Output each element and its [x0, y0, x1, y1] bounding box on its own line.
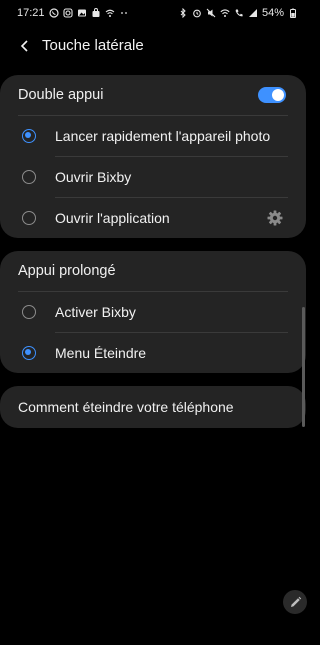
wifi-share-icon — [105, 8, 115, 18]
status-left: 17:21 — [17, 7, 129, 19]
page-title: Touche latérale — [42, 37, 144, 54]
status-bar: 17:21 54% — [0, 0, 306, 28]
option-label-quick-camera: Lancer rapidement l'appareil photo — [55, 128, 271, 144]
option-label-activate-bixby: Activer Bixby — [55, 304, 136, 320]
help-link-card[interactable]: Comment éteindre votre téléphone — [0, 386, 306, 428]
option-open-bixby[interactable]: Ouvrir Bixby — [0, 157, 306, 197]
gear-icon — [267, 210, 283, 226]
mute-icon — [206, 8, 216, 18]
radio-quick-camera[interactable] — [22, 129, 36, 143]
option-label-power-menu: Menu Éteindre — [55, 345, 147, 361]
store-icon — [91, 8, 101, 18]
double-press-label: Double appui — [18, 87, 104, 103]
double-press-toggle[interactable] — [258, 87, 286, 103]
battery-percent: 54% — [261, 7, 284, 19]
signal-icon — [248, 8, 258, 18]
option-activate-bixby[interactable]: Activer Bixby — [0, 292, 306, 332]
help-link-label: Comment éteindre votre téléphone — [18, 399, 234, 415]
radio-activate-bixby[interactable] — [22, 305, 36, 319]
option-quick-camera[interactable]: Lancer rapidement l'appareil photo — [0, 116, 306, 156]
more-dots-icon — [119, 8, 129, 18]
battery-icon — [288, 8, 298, 18]
instagram-icon — [62, 8, 73, 18]
radio-open-bixby[interactable] — [22, 170, 36, 184]
edit-button[interactable] — [283, 590, 307, 614]
radio-open-app[interactable] — [22, 211, 36, 225]
bluetooth-icon — [178, 8, 188, 18]
whatsapp-icon — [48, 8, 59, 18]
radio-power-menu[interactable] — [22, 346, 36, 360]
option-open-app[interactable]: Ouvrir l'application — [0, 198, 306, 238]
toggle-knob — [272, 89, 284, 101]
option-power-menu[interactable]: Menu Éteindre — [0, 333, 306, 373]
scrollbar[interactable] — [302, 307, 305, 427]
status-time: 17:21 — [17, 7, 45, 19]
call-icon — [234, 8, 244, 18]
back-button[interactable] — [14, 35, 36, 57]
gallery-icon — [77, 8, 87, 18]
pencil-icon — [290, 596, 301, 607]
long-press-label: Appui prolongé — [18, 263, 116, 279]
double-press-card: Double appui Lancer rapidement l'apparei… — [0, 75, 306, 238]
long-press-card: Appui prolongé Activer Bixby Menu Éteind… — [0, 251, 306, 373]
back-chevron-icon — [20, 40, 28, 52]
app-header: Touche latérale — [0, 30, 306, 62]
option-label-open-app: Ouvrir l'application — [55, 210, 170, 226]
alarm-icon — [192, 8, 202, 18]
status-right: 54% — [178, 7, 298, 19]
app-settings-button[interactable] — [266, 209, 284, 227]
wifi-icon — [220, 8, 230, 18]
option-label-open-bixby: Ouvrir Bixby — [55, 169, 132, 185]
double-press-header[interactable]: Double appui — [0, 75, 306, 115]
long-press-header: Appui prolongé — [0, 251, 306, 291]
